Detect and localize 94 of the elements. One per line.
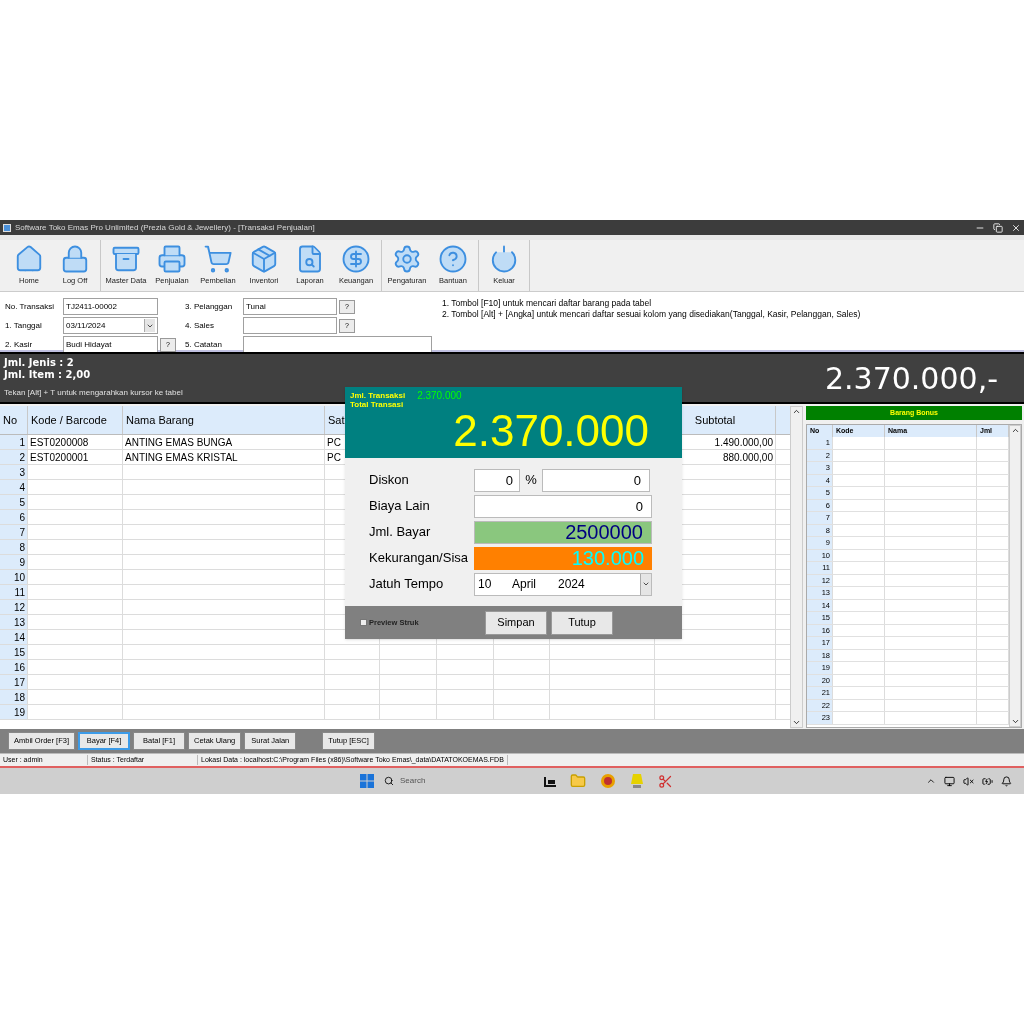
count-value: 2.370.000 [417, 391, 462, 401]
field-label: Biaya Lain [369, 497, 431, 516]
row-number: 2 [19, 450, 25, 465]
table-cell-text: PC [327, 435, 341, 450]
monitor-icon[interactable] [944, 775, 955, 787]
remaining-field: 130.000 [474, 546, 652, 570]
table-cell-text: ANTING EMAS KRISTAL [125, 450, 238, 465]
total-label: Total Transasi [350, 400, 405, 409]
package-icon [249, 244, 279, 275]
scroll-down-icon[interactable] [1010, 717, 1020, 726]
row-number: 6 [19, 510, 25, 525]
scroll-up-icon[interactable] [1010, 426, 1020, 435]
row-number: 5 [19, 495, 25, 510]
table-cell-text: EST0200001 [30, 450, 89, 465]
transaction-number-field[interactable]: TJ2411-00002 [63, 298, 158, 315]
window-title: Software Toko Emas Pro Unlimited (Prezia Gold & Jewellery) - [Transaksi Penjualan] [15, 221, 315, 234]
field-label: 1. Tanggal [5, 319, 43, 332]
row-number: 11 [14, 585, 25, 600]
padlock-icon [60, 244, 90, 275]
percent-sign: % [524, 471, 538, 490]
table-cell-text: ANTING EMAS BUNGA [125, 435, 233, 450]
dialog-total: 2.370.000 [453, 407, 649, 455]
row-number: 19 [13, 705, 25, 720]
count-label: Jml. Transaksi [350, 391, 406, 400]
row-number: 14 [13, 630, 25, 645]
settings-icon [392, 244, 422, 275]
dropdown-icon [642, 580, 650, 588]
row-number: 1 [19, 435, 25, 450]
close-icon[interactable] [1011, 222, 1021, 233]
scroll-up-icon[interactable] [792, 407, 801, 416]
field-label: Jatuh Tempo [369, 575, 445, 594]
type-count: Jml. Jenis : 2 [4, 357, 75, 369]
hint-text: 2. Tombol [Alt] + [Angka] untuk mencari daftar sesuai kolom yang disediakan(Tanggal, Kasir, Pelanggan, Sales) [442, 309, 861, 320]
field-label: Diskon [369, 471, 410, 490]
hint-text: 1. Tombol [F10] untuk mencari daftar barang pada tabel [442, 298, 653, 309]
dialog-button[interactable]: Simpan [485, 610, 547, 635]
date-field[interactable]: 03/11/2024 [63, 317, 158, 334]
row-number: 17 [13, 675, 25, 690]
item-count: Jml. Item : 2,00 [4, 369, 92, 381]
payment-field[interactable]: 2500000 [474, 520, 652, 544]
bell-icon[interactable] [1001, 775, 1012, 787]
row-number: 4 [19, 480, 25, 495]
table-cell-text: 1.490.000,00 [714, 435, 773, 450]
row-number: 8 [19, 540, 25, 555]
table-cell-text: EST0200008 [30, 435, 89, 450]
app-circle-icon[interactable] [600, 773, 616, 789]
field-label: 3. Pelanggan [185, 300, 234, 313]
sales-field[interactable] [243, 317, 337, 334]
restore-icon[interactable] [993, 222, 1003, 233]
taskbar-search[interactable]: Search [384, 775, 494, 787]
column-header[interactable]: Kode / Barcode [31, 411, 107, 429]
mute-icon[interactable] [963, 775, 974, 787]
app-icon [3, 223, 11, 232]
percent-field[interactable]: 0 [474, 468, 520, 492]
field-label: 4. Sales [185, 319, 215, 332]
grand-total: 2.370.000,- [824, 359, 998, 398]
row-number: 16 [13, 660, 25, 675]
field-label: 2. Kasir [5, 338, 34, 351]
power-icon [489, 244, 519, 275]
amount-field[interactable]: 0 [474, 494, 652, 518]
table-cell-text: 880.000,00 [722, 450, 773, 465]
column-header[interactable]: Nama Barang [126, 411, 194, 429]
chevron-up-icon[interactable] [926, 776, 936, 786]
field-label: 5. Catatan [185, 338, 223, 351]
row-number: 12 [13, 600, 25, 615]
field-label: Kekurangan/Sisa [369, 549, 469, 568]
printer-icon [157, 244, 187, 275]
row-number: 18 [13, 690, 25, 705]
column-header[interactable]: Sat [328, 411, 345, 429]
column-header[interactable]: No [3, 411, 18, 429]
hint-text: Tekan [Alt] + T untuk mengarahkan kursor ke tabel [4, 387, 183, 399]
scrollbar[interactable] [790, 406, 803, 728]
table-cell-text: PC [327, 450, 341, 465]
customer-field[interactable]: Tunai [243, 298, 337, 315]
row-number: 10 [13, 570, 25, 585]
scroll-down-icon[interactable] [792, 718, 801, 727]
battery-icon[interactable] [982, 775, 993, 787]
row-number: 13 [13, 615, 25, 630]
row-number: 9 [19, 555, 25, 570]
row-number: 7 [19, 525, 25, 540]
field-label: No. Transaksi [5, 300, 55, 313]
search-icon [384, 776, 394, 786]
row-number: 3 [19, 465, 25, 480]
scissors-icon[interactable] [658, 773, 673, 789]
field-label: Jml. Bayar [369, 523, 432, 542]
cart-icon [203, 244, 233, 275]
dialog-button[interactable]: Tutup [551, 610, 613, 635]
scrollbar[interactable] [1009, 425, 1021, 727]
date-picker[interactable]: 10 April 2024 [474, 572, 652, 596]
row-number: 15 [13, 645, 25, 660]
discount-field[interactable]: 0 [542, 468, 650, 492]
help-icon [438, 244, 468, 275]
dollar-icon [341, 244, 371, 275]
column-header[interactable]: Subtotal [694, 411, 736, 429]
